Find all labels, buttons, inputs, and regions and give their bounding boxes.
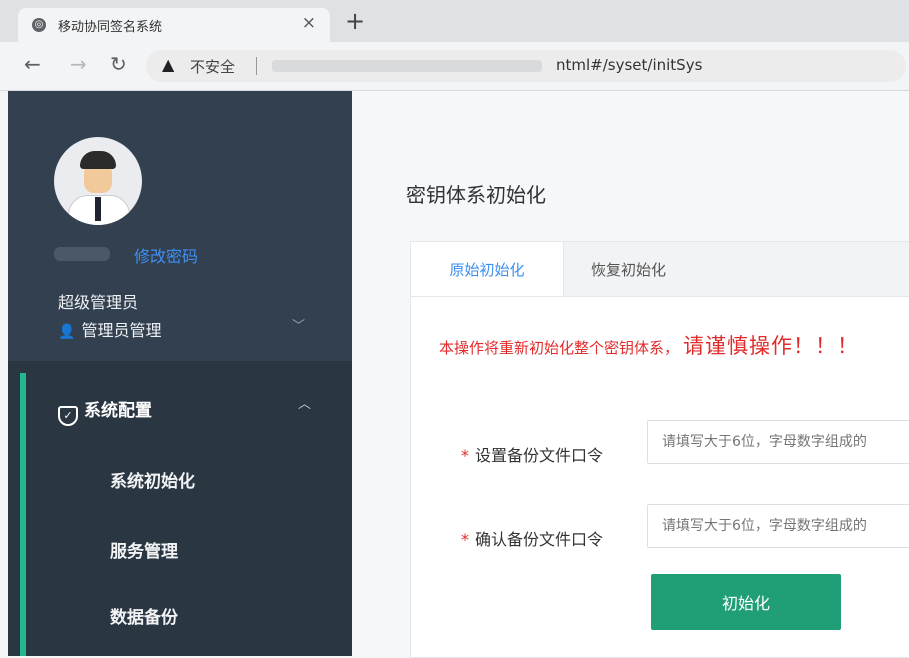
- tab-original-init[interactable]: 原始初始化: [411, 242, 564, 296]
- backup-password-label-text: 设置备份文件口令: [475, 446, 604, 465]
- backup-password-label: * 设置备份文件口令: [461, 442, 603, 466]
- system-config-label: 系统配置: [84, 401, 152, 421]
- user-role: 超级管理员: [58, 293, 139, 312]
- sidebar: 修改密码 超级管理员 👤 管理员管理 ﹀ ✓ 系统配置 ︿ 系统初始化 服务管理 数…: [8, 91, 352, 656]
- shield-check-icon: ✓: [58, 406, 78, 426]
- page-title: 密钥体系初始化: [406, 183, 546, 207]
- sidebar-item-system-config[interactable]: ✓ 系统配置: [58, 396, 152, 426]
- url-text[interactable]: ntml#/syset/initSys: [556, 56, 702, 74]
- avatar-hair: [80, 151, 116, 169]
- main-content: 密钥体系初始化 原始初始化 恢复初始化 本操作将重新初始化整个密钥体系， 请谨慎操…: [352, 91, 909, 658]
- close-tab-icon[interactable]: ×: [302, 13, 316, 33]
- admin-menu-label: 管理员管理: [81, 321, 162, 340]
- tab-bar: 原始初始化 恢复初始化: [411, 242, 909, 297]
- warning-message: 本操作将重新初始化整个密钥体系， 请谨慎操作！！！: [439, 330, 859, 360]
- browser-tab[interactable]: ◎ 移动协同签名系统 ×: [18, 8, 330, 42]
- tab-title: 移动协同签名系统: [58, 20, 163, 35]
- url-redacted: [272, 60, 542, 72]
- browser-tab-bar: ◎ 移动协同签名系统 × +: [0, 0, 909, 42]
- sidebar-item-admin-management[interactable]: 👤 管理员管理: [58, 317, 161, 341]
- initialize-button[interactable]: 初始化: [651, 574, 841, 630]
- address-separator: [256, 57, 257, 75]
- forward-arrow-icon[interactable]: →: [70, 52, 87, 76]
- user-panel: 修改密码 超级管理员 👤 管理员管理 ﹀: [8, 91, 352, 361]
- chevron-up-icon[interactable]: ︿: [298, 393, 311, 412]
- confirm-password-label-text: 确认备份文件口令: [475, 530, 604, 549]
- sidebar-item-system-init[interactable]: 系统初始化: [110, 467, 195, 492]
- confirm-password-input[interactable]: [647, 504, 909, 548]
- address-bar[interactable]: ▲ 不安全 ntml#/syset/initSys: [146, 50, 906, 82]
- reload-icon[interactable]: ↻: [110, 52, 127, 76]
- security-label[interactable]: 不安全: [190, 56, 235, 77]
- sidebar-item-service-management[interactable]: 服务管理: [110, 537, 178, 562]
- warning-emphasis: 请谨慎操作！！！: [683, 334, 860, 358]
- active-menu-indicator: [20, 373, 26, 656]
- tab-restore-init[interactable]: 恢复初始化: [591, 242, 666, 296]
- avatar-tie: [95, 197, 101, 221]
- person-icon: 👤: [58, 324, 76, 340]
- warning-triangle-icon: ▲: [162, 55, 175, 74]
- init-panel: 原始初始化 恢复初始化 本操作将重新初始化整个密钥体系， 请谨慎操作！！！ * 设置…: [410, 241, 909, 658]
- backup-password-input[interactable]: [647, 420, 909, 464]
- user-avatar: [54, 137, 142, 225]
- back-arrow-icon[interactable]: ←: [24, 52, 41, 76]
- username-redacted: [54, 247, 110, 261]
- required-mark: *: [461, 446, 469, 465]
- confirm-password-label: * 确认备份文件口令: [461, 526, 603, 550]
- new-tab-button[interactable]: +: [345, 7, 365, 35]
- globe-icon: ◎: [32, 18, 46, 32]
- chevron-down-icon[interactable]: ﹀: [292, 315, 305, 334]
- browser-toolbar: ← → ↻ ▲ 不安全 ntml#/syset/initSys: [0, 42, 909, 91]
- warning-text: 本操作将重新初始化整个密钥体系，: [439, 339, 680, 357]
- change-password-link[interactable]: 修改密码: [134, 243, 198, 267]
- required-mark: *: [461, 530, 469, 549]
- sidebar-item-data-backup[interactable]: 数据备份: [110, 603, 178, 628]
